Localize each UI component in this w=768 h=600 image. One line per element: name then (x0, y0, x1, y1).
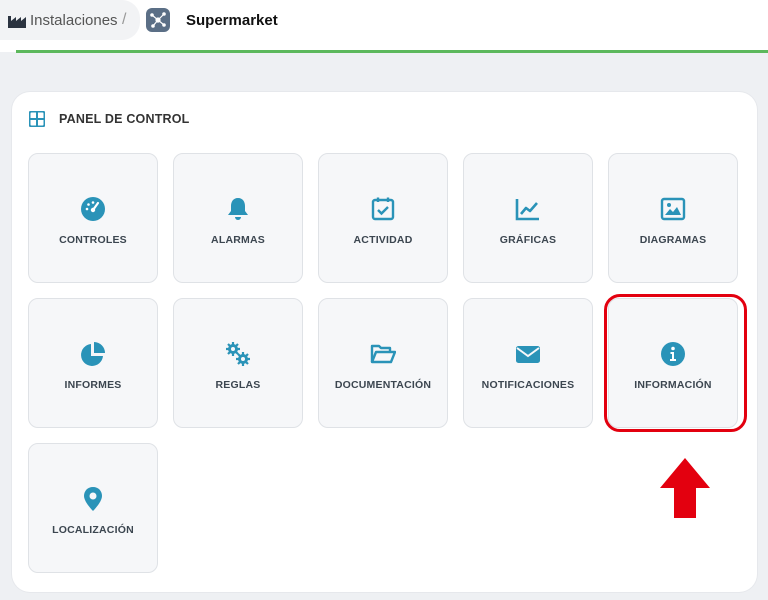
image-icon (660, 197, 686, 221)
tile-label: GRÁFICAS (499, 234, 557, 246)
tile-label: LOCALIZACIÓN (52, 524, 134, 536)
highlight-frame (604, 294, 747, 432)
envelope-icon (516, 346, 540, 363)
breadcrumb-separator: / (122, 11, 127, 28)
tile-label: CONTROLES (59, 234, 127, 246)
tile-notificaciones[interactable]: NOTIFICACIONES (463, 298, 593, 428)
factory-icon (8, 15, 26, 28)
tile-label: DIAGRAMAS (639, 234, 707, 246)
pie-chart-icon (81, 342, 105, 366)
tile-graficas[interactable]: GRÁFICAS (463, 153, 593, 283)
arrow-up-icon (660, 458, 710, 518)
tile-localizacion[interactable]: LOCALIZACIÓN (28, 443, 158, 573)
site-network-icon (146, 8, 170, 32)
panel-header: PANEL DE CONTROL (29, 110, 190, 128)
panel-title: PANEL DE CONTROL (59, 112, 190, 126)
tile-label: INFORMES (64, 379, 122, 391)
top-bar: Instalaciones / Supermarket (0, 0, 768, 53)
gauge-icon (81, 197, 105, 221)
tile-reglas[interactable]: REGLAS (173, 298, 303, 428)
tile-actividad[interactable]: ACTIVIDAD (318, 153, 448, 283)
gears-icon (226, 342, 250, 366)
tile-controles[interactable]: CONTROLES (28, 153, 158, 283)
tile-label: DOCUMENTACIÓN (334, 379, 432, 391)
tile-label: NOTIFICACIONES (481, 379, 575, 391)
grid-icon (29, 111, 45, 127)
accent-divider (16, 50, 768, 53)
map-marker-icon (84, 487, 102, 511)
breadcrumb-site-name[interactable]: Supermarket (186, 12, 278, 29)
tile-documentacion[interactable]: DOCUMENTACIÓN (318, 298, 448, 428)
tile-alarmas[interactable]: ALARMAS (173, 153, 303, 283)
tile-diagramas[interactable]: DIAGRAMAS (608, 153, 738, 283)
bell-icon (228, 198, 248, 220)
breadcrumb-home-label: Instalaciones (30, 12, 118, 29)
tile-label: ALARMAS (211, 234, 265, 246)
line-chart-icon (515, 199, 539, 221)
breadcrumb-home-link[interactable]: Instalaciones (8, 12, 118, 29)
folder-open-icon (370, 344, 396, 364)
tile-label: ACTIVIDAD (353, 234, 413, 246)
tile-informes[interactable]: INFORMES (28, 298, 158, 428)
tile-label: REGLAS (215, 379, 261, 391)
calendar-check-icon (371, 197, 395, 221)
